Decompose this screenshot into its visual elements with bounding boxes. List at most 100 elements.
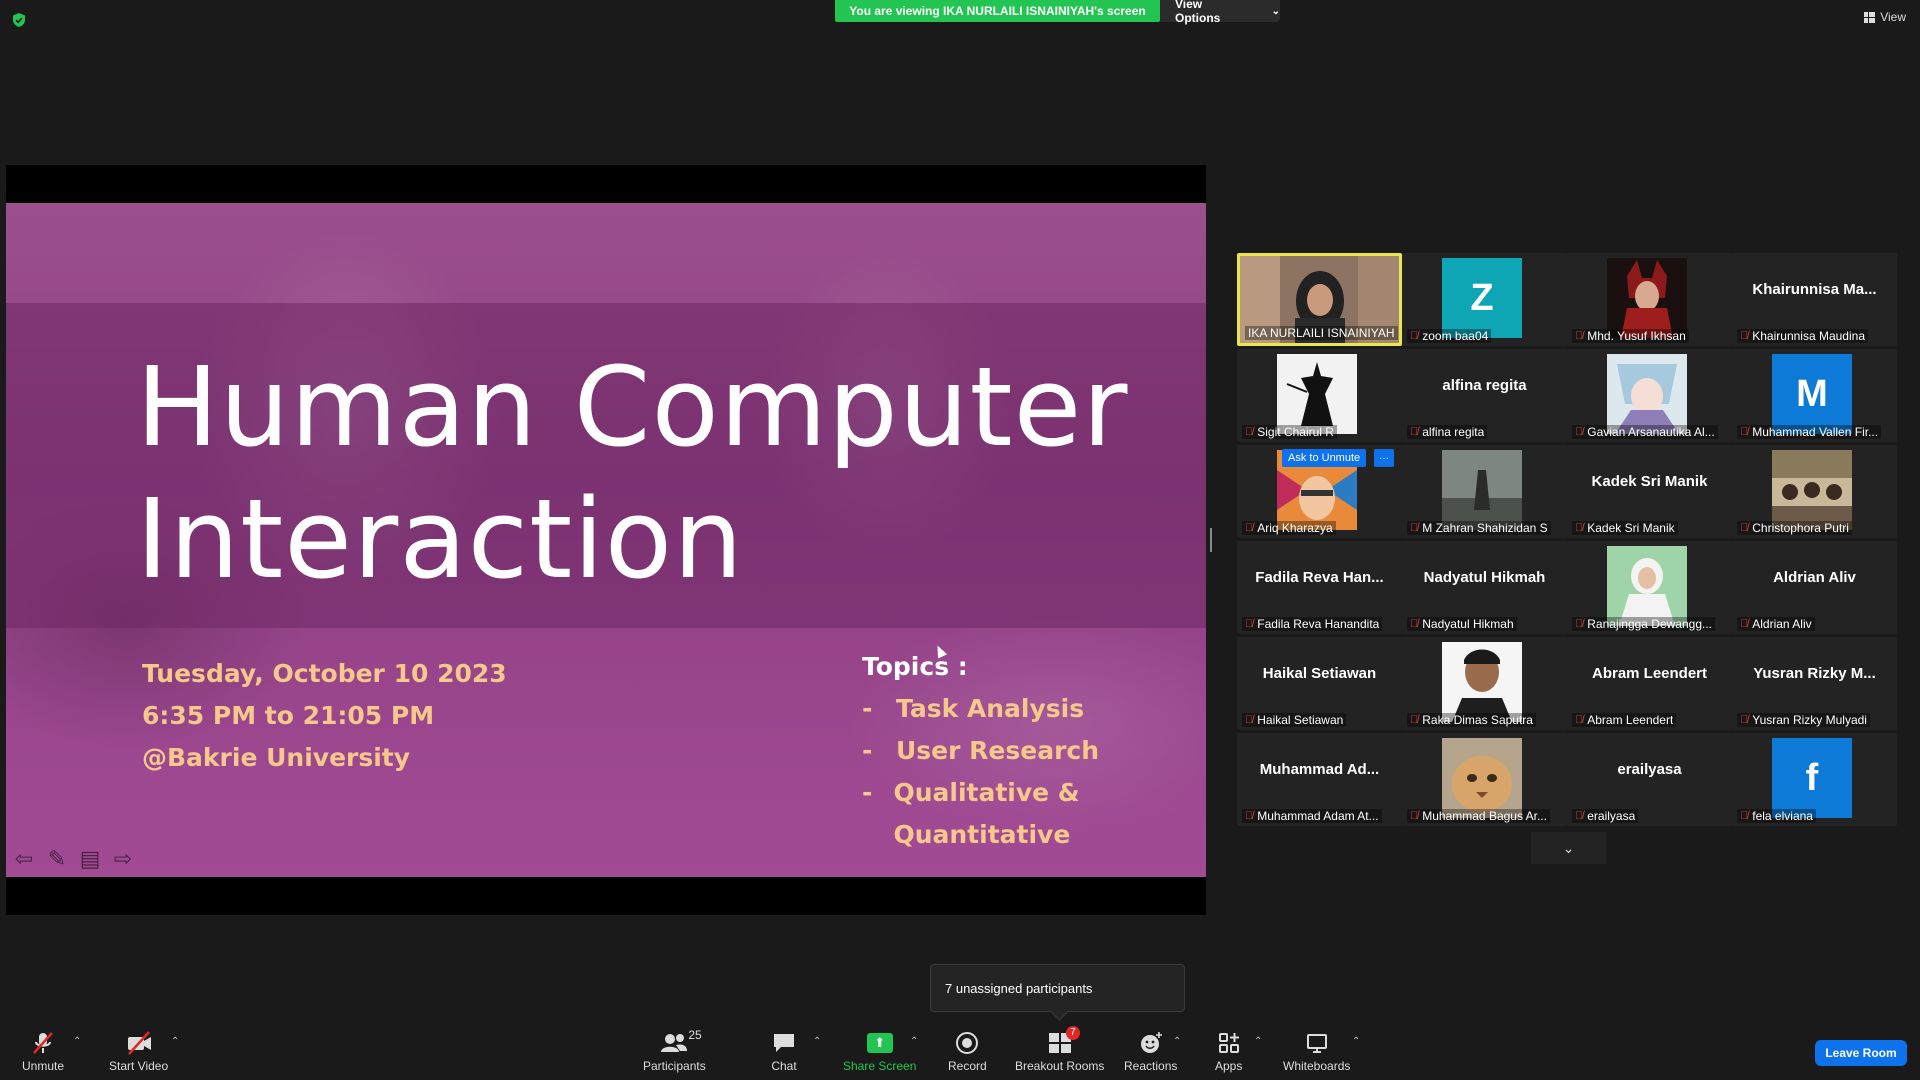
participant-tile[interactable]: Ask to Unmute ··· 🎙̸ Ariq Kharazya xyxy=(1237,445,1402,538)
participants-count: 25 xyxy=(688,1028,702,1042)
participant-tile[interactable]: 🎙̸ Ranajingga Dewangg... xyxy=(1567,541,1732,634)
whiteboards-options-caret-icon[interactable]: ⌃ xyxy=(1352,1036,1360,1047)
participant-tile[interactable]: 🎙̸ Sigit Chairul R xyxy=(1237,349,1402,442)
layout-grid-icon xyxy=(1864,11,1876,23)
participant-tile[interactable]: M 🎙̸ Muhammad Vallen Fir... xyxy=(1732,349,1897,442)
audio-options-caret-icon[interactable]: ⌃ xyxy=(73,1036,81,1047)
share-screen-label: Share Screen xyxy=(843,1059,917,1073)
participants-label: Participants xyxy=(643,1059,706,1073)
participant-tile[interactable]: Kadek Sri Manik 🎙̸ Kadek Sri Manik xyxy=(1567,445,1732,538)
participant-tile[interactable]: 🎙̸ Raka Dimas Saputra xyxy=(1402,637,1567,730)
chat-button[interactable]: Chat xyxy=(771,1030,797,1073)
view-options-button[interactable]: View Options ⌄ xyxy=(1160,0,1280,25)
record-button[interactable]: Record xyxy=(948,1030,987,1073)
reactions-button[interactable]: Reactions xyxy=(1124,1030,1177,1073)
mic-muted-icon: 🎙̸ xyxy=(1245,522,1254,534)
gallery-next-page-button[interactable]: ⌄ xyxy=(1531,832,1606,864)
leave-room-button[interactable]: Leave Room xyxy=(1815,1040,1907,1066)
whiteboards-button[interactable]: Whiteboards xyxy=(1283,1030,1350,1073)
share-options-caret-icon[interactable]: ⌃ xyxy=(910,1036,918,1047)
previous-slide-icon[interactable]: ⇦ xyxy=(12,846,36,871)
topic-text: Qualitative & Quantitative xyxy=(893,778,1080,849)
participant-tile[interactable]: 🎙̸ Muhammad Bagus Ar... xyxy=(1402,733,1567,826)
participant-tile[interactable]: f 🎙̸ fela elviana xyxy=(1732,733,1897,826)
mic-muted-icon: 🎙̸ xyxy=(1410,330,1419,342)
participant-tile[interactable]: Z 🎙̸ zoom baa04 xyxy=(1402,253,1567,346)
participant-name-label: 🎙̸ Fadila Reva Hanandita xyxy=(1242,617,1383,631)
mic-muted-icon: 🎙̸ xyxy=(1245,618,1254,630)
chat-icon xyxy=(771,1030,797,1056)
unmute-button[interactable]: Unmute xyxy=(22,1030,64,1073)
participant-name-label: 🎙̸ Sigit Chairul R xyxy=(1242,425,1337,439)
participant-avatar xyxy=(1607,258,1687,338)
record-icon xyxy=(954,1030,980,1056)
slide-date: Tuesday, October 10 2023 xyxy=(142,659,507,688)
participant-tile[interactable]: erailyasa 🎙̸ erailyasa xyxy=(1567,733,1732,826)
mic-muted-icon: 🎙̸ xyxy=(1575,810,1584,822)
participant-tile[interactable]: Khairunnisa Ma... 🎙̸ Khairunnisa Maudina xyxy=(1732,253,1897,346)
participant-tile[interactable]: Fadila Reva Han... 🎙̸ Fadila Reva Hanandi… xyxy=(1237,541,1402,634)
participant-display-name: Aldrian Aliv xyxy=(1773,569,1856,586)
breakout-rooms-badge: 7 xyxy=(1066,1026,1080,1040)
apps-button[interactable]: Apps xyxy=(1215,1030,1242,1073)
view-splitter-handle[interactable] xyxy=(1210,528,1212,552)
meeting-toolbar: Unmute ⌃ Start Video ⌃ 25 Participants C… xyxy=(0,1022,1920,1080)
participant-name-label: 🎙̸ Kadek Sri Manik xyxy=(1572,521,1678,535)
video-options-caret-icon[interactable]: ⌃ xyxy=(171,1036,179,1047)
mic-muted-icon xyxy=(30,1030,56,1056)
apps-label: Apps xyxy=(1215,1059,1243,1073)
slide-topic-item: - Qualitative & Quantitative xyxy=(862,772,1206,856)
participant-display-name: Haikal Setiawan xyxy=(1262,665,1377,682)
participant-name-label: 🎙̸ fela elviana xyxy=(1737,809,1816,823)
participant-name-label: 🎙̸ Raka Dimas Saputra xyxy=(1407,713,1536,727)
participant-name-label: 🎙̸ Muhammad Bagus Ar... xyxy=(1407,809,1550,823)
ask-to-unmute-button[interactable]: Ask to Unmute xyxy=(1282,449,1367,467)
whiteboards-label: Whiteboards xyxy=(1283,1059,1351,1073)
reactions-options-caret-icon[interactable]: ⌃ xyxy=(1173,1036,1181,1047)
participant-tile[interactable]: 🎙̸ Gavian Arsanautika Al... xyxy=(1567,349,1732,442)
participant-display-name: erailyasa xyxy=(1617,761,1682,778)
breakout-rooms-button[interactable]: 7 Breakout Rooms xyxy=(1015,1026,1105,1073)
mic-muted-icon: 🎙̸ xyxy=(1410,618,1419,630)
slide-menu-icon[interactable]: ▤ xyxy=(78,846,102,871)
share-screen-icon-wrap: ⬆ xyxy=(866,1030,893,1056)
mic-muted-icon: 🎙̸ xyxy=(1740,330,1749,342)
shield-icon[interactable] xyxy=(11,12,27,28)
participant-tile[interactable]: IKA NURLAILI ISNAINIYAH xyxy=(1237,253,1402,346)
participant-tile[interactable]: 🎙̸ Mhd. Yusuf Ikhsan xyxy=(1567,253,1732,346)
whiteboard-icon xyxy=(1305,1030,1329,1056)
chat-options-caret-icon[interactable]: ⌃ xyxy=(813,1036,821,1047)
mic-muted-icon: 🎙̸ xyxy=(1410,714,1419,726)
more-options-button[interactable]: ··· xyxy=(1374,449,1394,467)
participant-avatar: M xyxy=(1772,354,1852,434)
apps-options-caret-icon[interactable]: ⌃ xyxy=(1254,1036,1262,1047)
mic-muted-icon: 🎙̸ xyxy=(1740,426,1749,438)
breakout-rooms-label: Breakout Rooms xyxy=(1015,1059,1105,1073)
slide-time: 6:35 PM to 21:05 PM xyxy=(142,701,435,730)
share-screen-icon: ⬆ xyxy=(866,1033,893,1053)
start-video-button[interactable]: Start Video xyxy=(109,1030,168,1073)
participant-name-label: 🎙̸ Ranajingga Dewangg... xyxy=(1572,617,1716,631)
participant-tile[interactable]: alfina regita 🎙̸ alfina regita xyxy=(1402,349,1567,442)
participant-tile[interactable]: Abram Leendert 🎙̸ Abram Leendert xyxy=(1567,637,1732,730)
participant-tile[interactable]: Nadyatul Hikmah 🎙̸ Nadyatul Hikmah xyxy=(1402,541,1567,634)
slide-title-line2: Interaction xyxy=(136,475,744,603)
mic-muted-icon: 🎙̸ xyxy=(1575,714,1584,726)
participants-button[interactable]: 25 Participants xyxy=(643,1028,706,1073)
participant-avatar xyxy=(1442,450,1522,530)
view-button[interactable]: View xyxy=(1864,10,1906,24)
participant-avatar xyxy=(1607,354,1687,434)
participant-tile[interactable]: Muhammad Ad... 🎙̸ Muhammad Adam At... xyxy=(1237,733,1402,826)
pen-icon[interactable]: ✎ xyxy=(45,846,69,871)
participant-tile[interactable]: 🎙̸ M Zahran Shahizidan S xyxy=(1402,445,1567,538)
next-slide-icon[interactable]: ⇨ xyxy=(111,846,135,871)
mic-muted-icon: 🎙̸ xyxy=(1575,618,1584,630)
view-options-label: View Options xyxy=(1175,0,1221,25)
participant-tile[interactable]: 🎙̸ Christophora Putri xyxy=(1732,445,1897,538)
view-label: View xyxy=(1880,10,1906,24)
participant-tile[interactable]: Aldrian Aliv 🎙̸ Aldrian Aliv xyxy=(1732,541,1897,634)
share-screen-button[interactable]: ⬆ Share Screen xyxy=(843,1030,916,1073)
unassigned-participants-tooltip: 7 unassigned participants xyxy=(930,964,1185,1012)
participant-tile[interactable]: Yusran Rizky M... 🎙̸ Yusran Rizky Mulyadi xyxy=(1732,637,1897,730)
participant-tile[interactable]: Haikal Setiawan 🎙̸ Haikal Setiawan xyxy=(1237,637,1402,730)
